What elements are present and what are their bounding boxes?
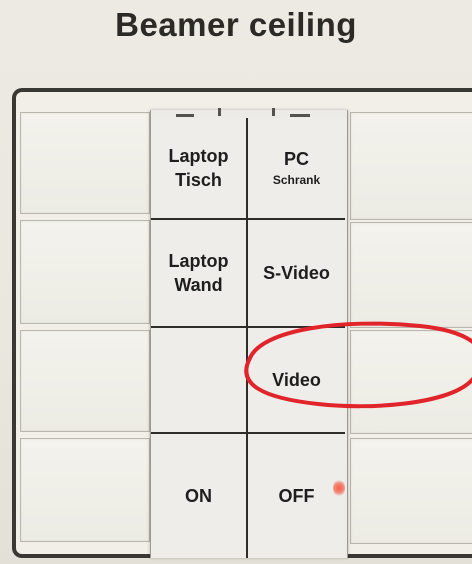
button-laptop-wand-line1: Laptop — [168, 251, 229, 271]
button-on-label: ON — [185, 486, 212, 506]
button-pc-schrank-line2: Schrank — [272, 173, 321, 187]
button-s-video-label: S-Video — [263, 263, 330, 283]
side-button-left-1[interactable] — [20, 112, 150, 214]
side-button-left-3[interactable] — [20, 330, 150, 432]
side-button-right-3[interactable] — [350, 330, 472, 434]
button-laptop-tisch-line1: Laptop — [168, 146, 229, 166]
side-button-left-2[interactable] — [20, 220, 150, 324]
button-laptop-tisch-line2: Tisch — [175, 170, 222, 190]
off-indicator-led — [333, 479, 345, 497]
button-pc-schrank-line1: PC — [283, 149, 309, 169]
button-laptop-tisch[interactable]: Laptop Tisch — [151, 118, 248, 218]
button-laptop-wand-line2: Wand — [174, 275, 223, 295]
button-s-video[interactable]: S-Video — [248, 218, 345, 326]
side-button-right-4[interactable] — [350, 438, 472, 544]
photo-scene: Beamer ceiling Laptop Tisch PC Schrank L… — [0, 0, 472, 564]
button-off-label: OFF — [278, 486, 315, 506]
button-blank[interactable] — [151, 326, 248, 432]
side-button-right-2[interactable] — [350, 222, 472, 328]
side-button-left-4[interactable] — [20, 438, 150, 542]
side-button-right-1[interactable] — [350, 112, 472, 220]
panel-title: Beamer ceiling — [115, 6, 357, 43]
button-video[interactable]: Video — [248, 326, 345, 432]
button-on[interactable]: ON — [151, 432, 248, 558]
button-laptop-wand[interactable]: Laptop Wand — [151, 218, 248, 326]
button-off[interactable]: OFF — [248, 432, 345, 558]
button-video-label: Video — [272, 370, 321, 390]
strip-top-marks — [150, 108, 346, 118]
button-pc-schrank[interactable]: PC Schrank — [248, 118, 345, 218]
